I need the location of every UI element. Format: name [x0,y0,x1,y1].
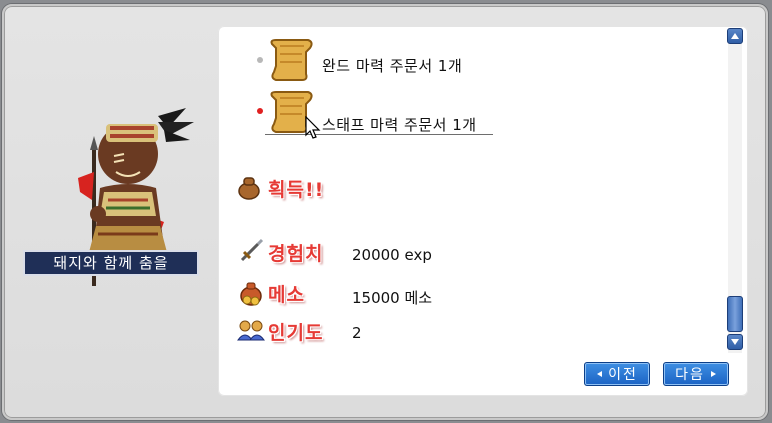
chevron-left-icon [597,371,603,377]
reward-bullet-1 [257,57,263,63]
chevron-right-icon [710,371,716,377]
meso-value: 15000 메소 [352,289,433,307]
scroll-icon [270,39,313,81]
prev-button[interactable]: 이전 [584,362,650,386]
reward-item-2[interactable]: 스태프 마력 주문서 1개 [266,88,477,135]
meso-label: 메소 [268,284,305,306]
npc-name-label: 돼지와 함께 춤을 [23,250,199,276]
reward-item-label: 완드 마력 주문서 1개 [322,56,463,75]
mouse-cursor-icon [305,116,321,139]
scroll-up-button[interactable] [727,28,743,44]
reward-item-1[interactable]: 완드 마력 주문서 1개 [266,38,462,82]
chevron-down-icon [731,339,739,345]
people-icon [237,320,265,341]
exp-label: 경험치 [268,243,324,265]
next-button[interactable]: 다음 [663,362,729,386]
fame-label: 인기도 [268,322,324,344]
scrollbar-thumb[interactable] [727,296,743,332]
meso-bag-icon [240,282,262,306]
acquire-heading: 획득!! [268,179,325,201]
chevron-up-icon [731,33,739,39]
scroll-down-button[interactable] [727,334,743,350]
reward-bullet-2 [257,108,263,114]
sword-icon [240,238,264,262]
next-button-label: 다음 [675,367,705,383]
exp-value: 20000 exp [352,246,432,264]
bag-icon [238,177,260,200]
prev-button-label: 이전 [608,367,638,383]
selected-item-underline [265,134,493,135]
reward-item-label: 스태프 마력 주문서 1개 [322,116,477,134]
fame-value: 2 [352,324,362,342]
